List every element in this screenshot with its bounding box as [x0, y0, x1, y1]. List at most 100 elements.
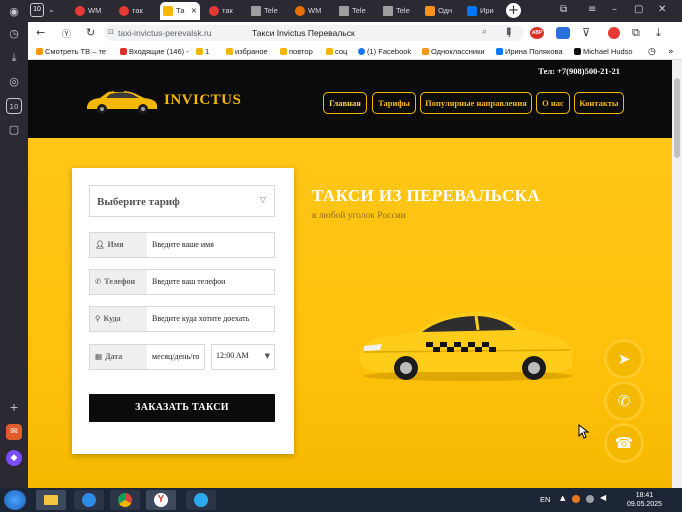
- bookmark-item[interactable]: 1: [196, 47, 209, 56]
- back-icon[interactable]: ←: [36, 26, 45, 39]
- tab-6[interactable]: WM: [292, 2, 330, 20]
- tab-10[interactable]: Ири: [464, 2, 502, 20]
- telegram-button[interactable]: ➤: [607, 342, 641, 376]
- tab-close-icon[interactable]: ×: [191, 2, 197, 20]
- adblock-icon[interactable]: ABP: [530, 27, 544, 39]
- phone-field[interactable]: ✆ Телефон Введите ваш телефон: [89, 269, 275, 295]
- tab-3-active[interactable]: Та ×: [160, 2, 200, 20]
- bookmark-item[interactable]: избраное: [226, 47, 268, 56]
- hero-title: ТАКСИ ИЗ ПЕРЕВАЛЬСКА: [312, 186, 541, 205]
- extensions-icon[interactable]: ⧉: [632, 26, 640, 40]
- new-tab-button[interactable]: +: [506, 3, 521, 18]
- date-field[interactable]: ▦ Дата месяц/день/го: [89, 344, 205, 370]
- collections-icon[interactable]: ▢: [6, 122, 22, 138]
- history-icon[interactable]: ◷: [6, 26, 22, 42]
- alice-assistant-icon[interactable]: ◆: [6, 450, 22, 466]
- internet-explorer-icon[interactable]: [74, 490, 104, 510]
- bookmark-label: избраное: [235, 47, 268, 56]
- tab-label: Tele: [264, 6, 278, 15]
- more-icon[interactable]: ⋮: [504, 26, 515, 39]
- telegram-icon: ➤: [617, 350, 631, 368]
- download-icon[interactable]: ⤓: [656, 26, 661, 40]
- tray-app-icon[interactable]: [586, 495, 594, 503]
- tab-5[interactable]: Tele: [248, 2, 286, 20]
- start-button[interactable]: [4, 490, 26, 510]
- nav-home[interactable]: Главная: [323, 92, 367, 114]
- name-field[interactable]: 👤︎ Имя Введите ваше имя: [89, 232, 275, 258]
- bookmark-item[interactable]: Ирина Полякова: [496, 47, 563, 56]
- system-clock[interactable]: 18:41 09.05.2025: [627, 491, 662, 509]
- time-select[interactable]: 12:00 AM ▼: [211, 344, 275, 370]
- x-icon: [574, 48, 581, 55]
- address-bar[interactable]: ⊡ taxi-invictus-perevalsk.ru Такси Invic…: [104, 25, 524, 41]
- downloads-icon[interactable]: ⤓: [6, 50, 22, 66]
- phone-input[interactable]: Введите ваш телефон: [152, 270, 225, 294]
- tray-arrow-icon[interactable]: ▲: [560, 494, 565, 502]
- date-input[interactable]: месяц/день/го: [152, 345, 204, 369]
- volume-icon[interactable]: ◀: [600, 493, 606, 502]
- extension-icon[interactable]: [556, 27, 570, 39]
- clock-bookmark-icon[interactable]: ◷: [648, 47, 656, 57]
- tab-2[interactable]: так: [116, 2, 154, 20]
- logo-text[interactable]: INVICTUS: [164, 92, 241, 109]
- language-indicator[interactable]: EN: [540, 495, 550, 504]
- logo-car-icon[interactable]: [84, 88, 160, 116]
- nav-popular-routes[interactable]: Популярные направления: [420, 92, 532, 114]
- bookmark-item[interactable]: повтор: [280, 47, 313, 56]
- bookmark-item[interactable]: Входящие (146) -: [120, 47, 189, 56]
- bookmark-item[interactable]: (1) Facebook: [358, 47, 411, 56]
- call-button[interactable]: ☎: [607, 426, 641, 460]
- yandex-icon[interactable]: Ⓨ: [62, 27, 71, 40]
- tab-7[interactable]: Tele: [336, 2, 374, 20]
- reload-icon[interactable]: ↻: [86, 26, 95, 39]
- more-bookmarks-icon[interactable]: »: [668, 47, 674, 57]
- chrome-icon[interactable]: [110, 490, 140, 510]
- tab-4[interactable]: так: [206, 2, 244, 20]
- screenshot-icon[interactable]: ◎: [6, 74, 22, 90]
- tariff-placeholder: Выберите тариф: [97, 196, 180, 208]
- mail-icon[interactable]: ✉: [6, 424, 22, 440]
- lock-icon[interactable]: ⊡: [108, 28, 114, 36]
- tab-1[interactable]: WM: [72, 2, 110, 20]
- bookmark-item[interactable]: Одноклассники: [422, 47, 485, 56]
- window-close-icon[interactable]: ✕: [658, 4, 666, 15]
- bookmark-favicon-icon: [36, 48, 43, 55]
- tab-counter[interactable]: 10: [30, 3, 44, 17]
- copy-icon[interactable]: ⧉: [560, 4, 567, 15]
- hero-subtitle: в любой уголок России: [312, 211, 406, 221]
- browser-logo-icon[interactable]: ◉: [6, 4, 22, 20]
- tray-app-icon[interactable]: [572, 495, 580, 503]
- name-input[interactable]: Введите ваше имя: [152, 233, 214, 257]
- bookmark-item[interactable]: соц: [326, 47, 347, 56]
- nav-tariffs[interactable]: Тарифы: [372, 92, 416, 114]
- menu-icon[interactable]: ≡: [588, 4, 596, 15]
- tab-9[interactable]: Одн: [422, 2, 460, 20]
- scrollbar-thumb[interactable]: [674, 78, 680, 158]
- maximize-icon[interactable]: ▢: [634, 4, 643, 15]
- tab-list-chevron-icon[interactable]: ⌄: [48, 5, 55, 14]
- phone-number[interactable]: Тел: +7(908)500-21-21: [538, 66, 620, 76]
- shield-icon[interactable]: [608, 27, 620, 39]
- tab-8[interactable]: Tele: [380, 2, 418, 20]
- page-scrollbar[interactable]: [672, 60, 682, 488]
- destination-field[interactable]: ⚲ Куда Введите куда хотите доехать: [89, 306, 275, 332]
- tariff-select[interactable]: Выберите тариф ▽: [89, 185, 275, 217]
- url-text: taxi-invictus-perevalsk.ru: [118, 28, 212, 38]
- yandex-browser-icon[interactable]: Y: [146, 490, 176, 510]
- whatsapp-button[interactable]: ✆: [607, 384, 641, 418]
- bookmark-item[interactable]: Смотреть ТВ – те: [36, 47, 106, 56]
- vpn-icon[interactable]: ⊽: [582, 26, 590, 39]
- tab-strip: 10 ⌄ WM так Та × так Tele WM Tele Tele Од…: [28, 0, 682, 22]
- destination-input[interactable]: Введите куда хотите доехать: [152, 307, 249, 331]
- tabs-counter-icon[interactable]: 10: [6, 98, 22, 114]
- translate-icon[interactable]: ⌕: [482, 27, 487, 37]
- add-panel-icon[interactable]: +: [6, 400, 22, 416]
- bookmark-item[interactable]: Michael Hudso: [574, 47, 633, 56]
- nav-contacts[interactable]: Контакты: [574, 92, 624, 114]
- explorer-icon[interactable]: [36, 490, 66, 510]
- date-label-text: Дата: [105, 352, 123, 361]
- minimize-icon[interactable]: –: [612, 4, 617, 15]
- nav-about[interactable]: О нас: [536, 92, 570, 114]
- order-taxi-button[interactable]: ЗАКАЗАТЬ ТАКСИ: [89, 394, 275, 422]
- telegram-app-icon[interactable]: [186, 490, 216, 510]
